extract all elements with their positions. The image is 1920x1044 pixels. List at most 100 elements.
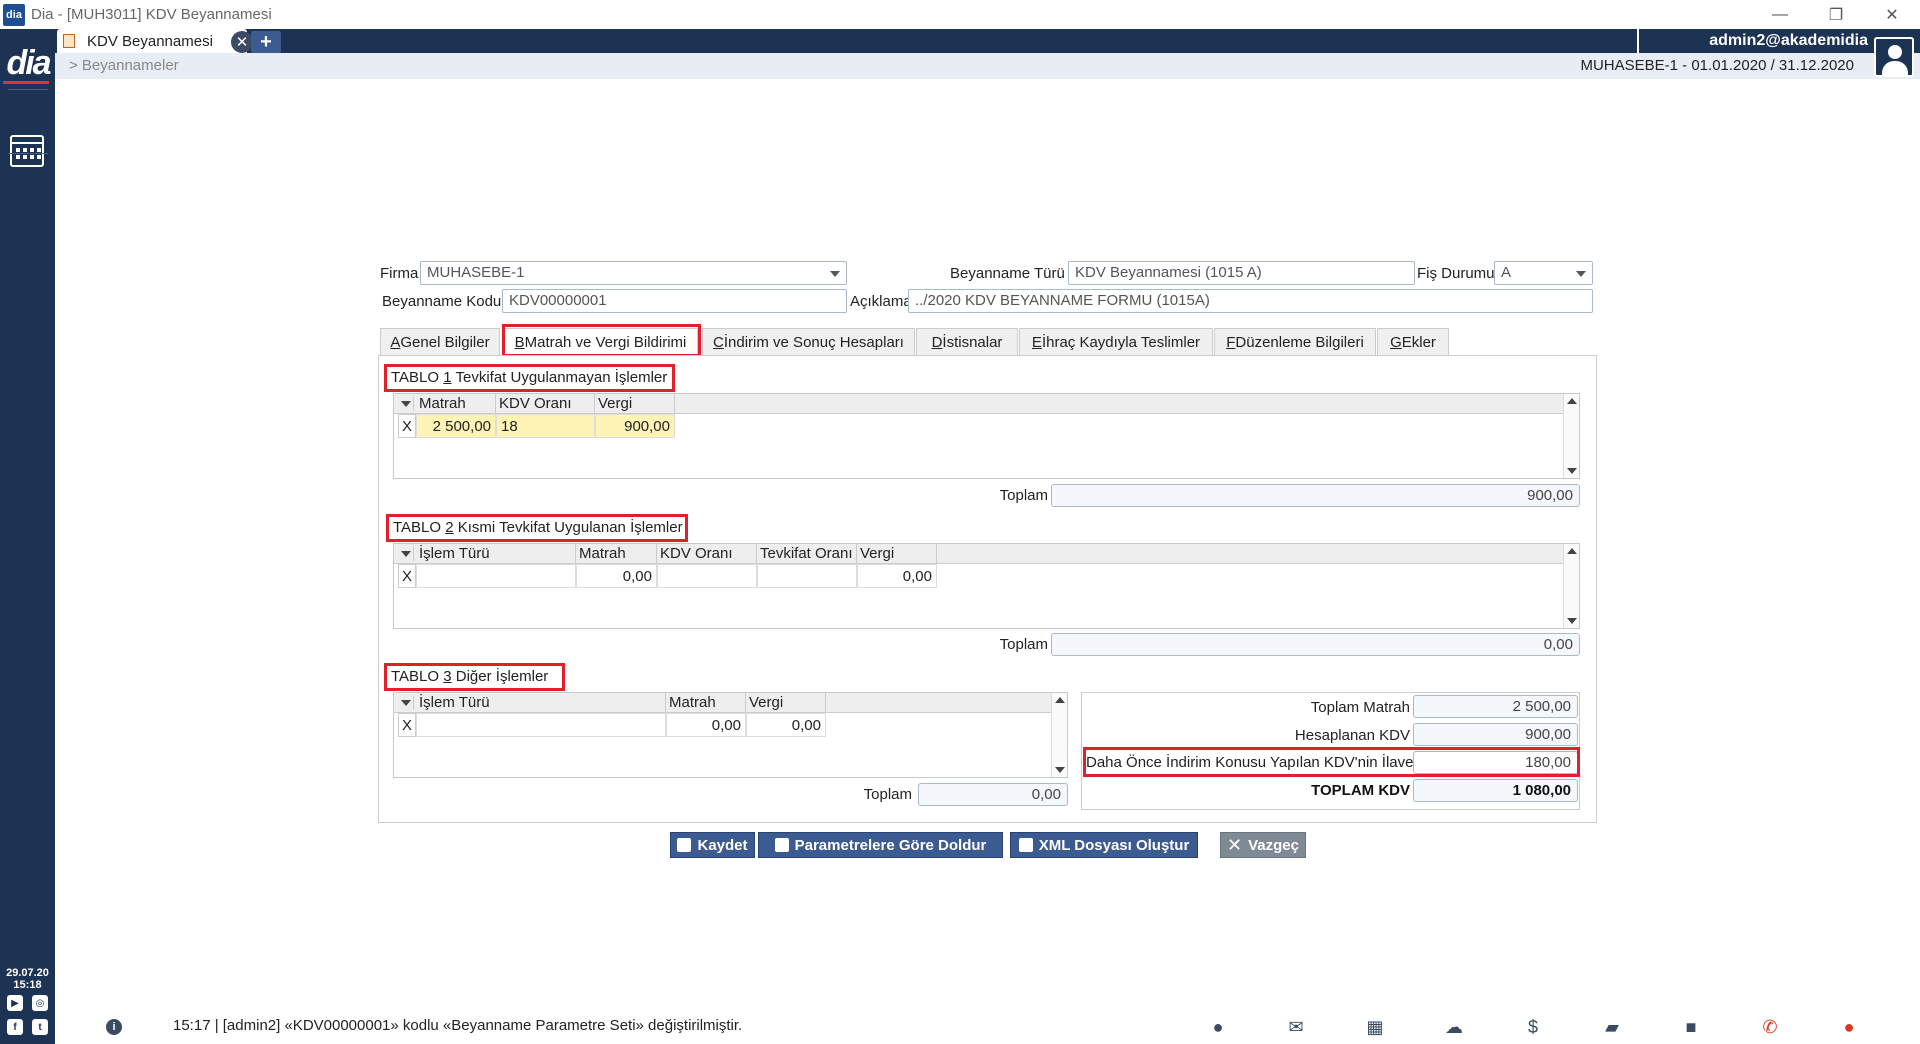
- minimize-button[interactable]: —: [1752, 0, 1808, 29]
- youtube-icon[interactable]: ▶: [7, 995, 23, 1011]
- fis-durumu-select[interactable]: A: [1494, 261, 1593, 285]
- cloud-sync-icon[interactable]: ☁: [1443, 1016, 1465, 1038]
- hesaplanan-kdv-field: 900,00: [1413, 723, 1578, 746]
- currency-icon[interactable]: $: [1522, 1016, 1544, 1038]
- cell-islem-turu[interactable]: [416, 564, 576, 588]
- info-icon[interactable]: i: [106, 1019, 122, 1035]
- avatar[interactable]: [1874, 37, 1914, 77]
- tablo3-grid: İşlem Türü Matrah Vergi X 0,00 0,00: [393, 692, 1068, 778]
- row-marker[interactable]: X: [398, 414, 416, 438]
- tab-ekler[interactable]: G Ekler: [1377, 328, 1449, 355]
- mail-icon[interactable]: ✉: [1285, 1016, 1307, 1038]
- facebook-icon[interactable]: f: [7, 1019, 23, 1035]
- filter-icon[interactable]: [398, 547, 414, 561]
- logo-underline: [3, 81, 49, 84]
- col-islem-turu[interactable]: İşlem Türü: [416, 693, 666, 713]
- calculator-icon[interactable]: ▦: [1364, 1016, 1386, 1038]
- phone-icon[interactable]: ✆: [1759, 1016, 1781, 1038]
- xml-dosyasi-olustur-button[interactable]: XML Dosyası Oluştur: [1010, 832, 1198, 858]
- breadcrumb[interactable]: > Beyannameler: [69, 57, 179, 74]
- left-rail: dia 29.07.20 15:18 ▶ ◎ f t: [0, 29, 55, 1044]
- parametrelere-gore-doldur-button[interactable]: Parametrelere Göre Doldur: [758, 832, 1003, 858]
- user-name[interactable]: admin2@akademidia: [1637, 29, 1868, 53]
- ilave-highlight: [1083, 747, 1580, 777]
- col-kdv-orani[interactable]: KDV Oranı: [657, 544, 757, 564]
- period-info: MUHASEBE-1 - 01.01.2020 / 31.12.2020: [1580, 57, 1854, 74]
- grid-header: İşlem Türü Matrah Vergi: [394, 693, 1067, 713]
- col-matrah[interactable]: Matrah: [576, 544, 657, 564]
- table-row[interactable]: X 2 500,00 18 900,00: [394, 414, 1579, 438]
- filter-icon[interactable]: [398, 696, 414, 710]
- grid-header: İşlem Türü Matrah KDV Oranı Tevkifat Ora…: [394, 544, 1579, 564]
- scrollbar[interactable]: [1563, 544, 1579, 628]
- tablo3-highlight: [384, 663, 565, 691]
- aciklama-field[interactable]: ../2020 KDV BEYANNAME FORMU (1015A): [908, 289, 1593, 313]
- close-window-button[interactable]: ✕: [1864, 0, 1920, 29]
- lock-icon[interactable]: ■: [1680, 1016, 1702, 1038]
- tab-duzenleme-bilgileri[interactable]: F Düzenleme Bilgileri: [1214, 328, 1376, 355]
- col-matrah[interactable]: Matrah: [416, 394, 496, 414]
- scrollbar[interactable]: [1051, 693, 1067, 777]
- chat-icon[interactable]: ▰: [1601, 1016, 1623, 1038]
- restore-button[interactable]: ❐: [1808, 0, 1864, 29]
- cell-islem-turu[interactable]: [416, 713, 666, 737]
- col-vergi[interactable]: Vergi: [857, 544, 937, 564]
- tab-istisnalar[interactable]: D İstisnalar: [916, 328, 1018, 355]
- col-vergi[interactable]: Vergi: [595, 394, 675, 414]
- beyanname-kodu-field[interactable]: KDV00000001: [502, 289, 847, 313]
- col-vergi[interactable]: Vergi: [746, 693, 826, 713]
- filter-icon[interactable]: [398, 397, 414, 411]
- cell-tevkifat-orani[interactable]: [757, 564, 857, 588]
- cell-matrah[interactable]: 0,00: [666, 713, 746, 737]
- col-matrah[interactable]: Matrah: [666, 693, 746, 713]
- cell-matrah[interactable]: 0,00: [576, 564, 657, 588]
- add-tab-button[interactable]: +: [251, 31, 281, 53]
- tab-indirim-ve-sonuc-hesaplari[interactable]: C İndirim ve Sonuç Hesapları: [702, 328, 915, 355]
- tab-ihrac-kaydiyla-teslimler[interactable]: E İhraç Kaydıyla Teslimler: [1019, 328, 1213, 355]
- firma-select[interactable]: MUHASEBE-1: [420, 261, 847, 285]
- cell-kdv-orani[interactable]: [657, 564, 757, 588]
- row-marker[interactable]: X: [398, 713, 416, 737]
- active-tab-highlight: [502, 324, 701, 357]
- tablo2-toplam-field: 0,00: [1051, 633, 1580, 656]
- row-marker[interactable]: X: [398, 564, 416, 588]
- beyanname-turu-field[interactable]: KDV Beyannamesi (1015 A): [1068, 261, 1415, 285]
- col-islem-turu[interactable]: İşlem Türü: [416, 544, 576, 564]
- cell-vergi[interactable]: 0,00: [857, 564, 937, 588]
- toplam-matrah-label: Toplam Matrah: [1310, 699, 1410, 716]
- beyanname-turu-label: Beyanname Türü: [950, 265, 1065, 282]
- vazgec-button[interactable]: ✕ Vazgeç: [1220, 832, 1306, 858]
- cell-vergi[interactable]: 900,00: [595, 414, 675, 438]
- cell-matrah[interactable]: 2 500,00: [416, 414, 496, 438]
- tab-genel-bilgiler[interactable]: A Genel Bilgiler: [380, 328, 500, 355]
- cell-kdv-orani[interactable]: 18: [496, 414, 595, 438]
- twitter-icon[interactable]: t: [32, 1019, 48, 1035]
- table-row[interactable]: X 0,00 0,00: [394, 713, 1067, 737]
- rail-date-time: 29.07.20 15:18: [0, 967, 55, 991]
- scrollbar[interactable]: [1563, 394, 1579, 478]
- cell-vergi[interactable]: 0,00: [746, 713, 826, 737]
- instagram-icon[interactable]: ◎: [32, 995, 48, 1011]
- calendar-icon[interactable]: [10, 135, 44, 167]
- col-kdv-orani[interactable]: KDV Oranı: [496, 394, 595, 414]
- window-title: Dia - [MUH3011] KDV Beyannamesi: [31, 6, 272, 23]
- table-row[interactable]: X 0,00 0,00: [394, 564, 1579, 588]
- record-icon[interactable]: ●: [1838, 1016, 1860, 1038]
- document-tab-strip: KDV Beyannamesi ✕ + admin2@akademidia: [55, 29, 1920, 53]
- kaydet-button[interactable]: Kaydet: [670, 832, 755, 858]
- col-tevkifat-orani[interactable]: Tevkifat Oranı: [757, 544, 857, 564]
- help-icon[interactable]: ●: [1207, 1016, 1229, 1038]
- tablo2-highlight: [386, 514, 688, 542]
- firma-label: Firma: [380, 265, 419, 282]
- breadcrumb-bar: > Beyannameler MUHASEBE-1 - 01.01.2020 /…: [55, 37, 1920, 79]
- tab-kdv-beyannamesi[interactable]: KDV Beyannamesi ✕: [57, 29, 253, 53]
- dia-logo[interactable]: dia: [3, 41, 53, 93]
- close-tab-icon[interactable]: ✕: [231, 31, 253, 53]
- status-message: 15:17 | [admin2] «KDV00000001» kodlu «Be…: [173, 1017, 743, 1034]
- tablo1-grid: Matrah KDV Oranı Vergi X 2 500,00 18 900…: [393, 393, 1580, 479]
- beyanname-kodu-label: Beyanname Kodu: [382, 293, 502, 310]
- fill-icon: [774, 838, 789, 852]
- grid-header: Matrah KDV Oranı Vergi: [394, 394, 1579, 414]
- aciklama-label: Açıklama: [850, 293, 912, 310]
- dia-app-icon: dia: [3, 3, 25, 26]
